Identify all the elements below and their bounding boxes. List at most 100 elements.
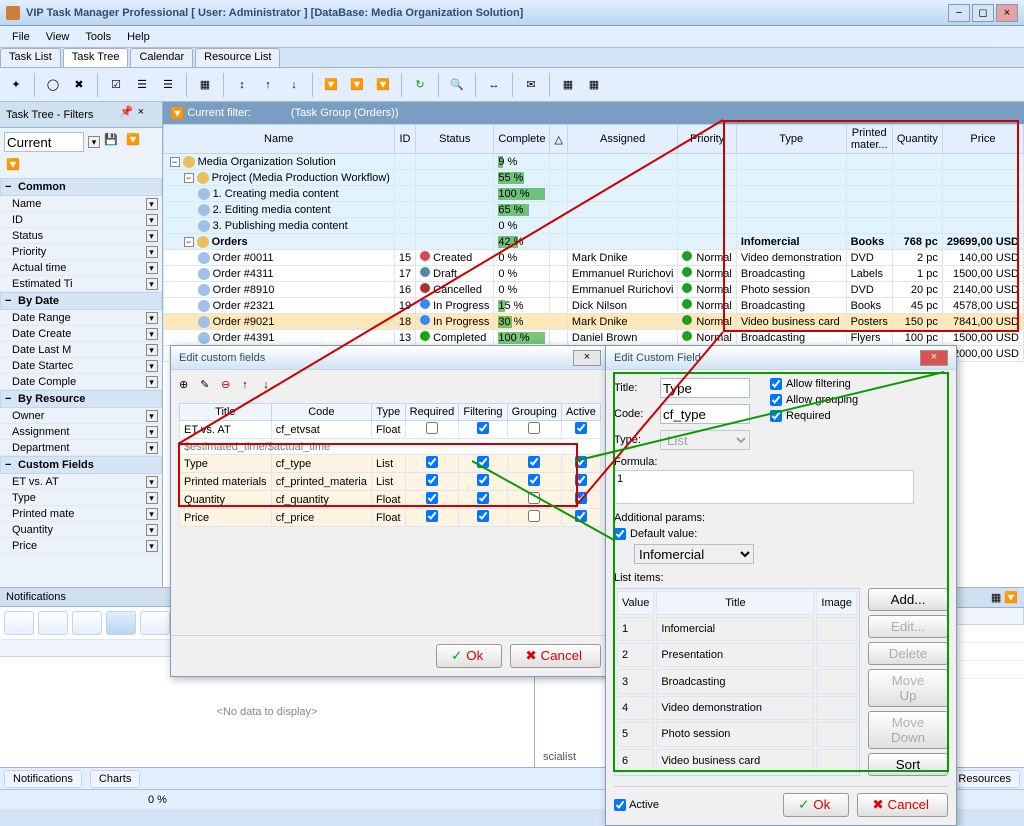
grid-header[interactable]: ID	[394, 125, 415, 154]
section-byresource[interactable]: − By Resource	[0, 390, 162, 408]
task-row[interactable]: Order #001115Created0 %Mark DnikeNormalV…	[163, 250, 1023, 266]
tool-filter1-icon[interactable]: 🔽	[319, 73, 343, 97]
cf-row[interactable]: Printed materialscf_printed_materiaList	[180, 473, 601, 491]
filter-item[interactable]: Priority▾	[0, 244, 162, 260]
filter-item[interactable]: Date Last M▾	[0, 342, 162, 358]
task-row[interactable]: −Media Organization Solution9 %	[163, 154, 1023, 170]
filter-item[interactable]: ET vs. AT▾	[0, 474, 162, 490]
notif-view3[interactable]	[72, 611, 102, 635]
field-title-input[interactable]	[660, 378, 750, 398]
task-row[interactable]: Order #439113Completed100 %Daniel BrownN…	[163, 330, 1023, 346]
tool-updown-icon[interactable]: ↕	[230, 73, 254, 97]
menu-help[interactable]: Help	[119, 28, 158, 46]
cf-grid[interactable]: TitleCodeTypeRequiredFilteringGroupingAc…	[179, 403, 601, 527]
filter-item[interactable]: Actual time▾	[0, 260, 162, 276]
menu-tools[interactable]: Tools	[77, 28, 119, 46]
grid-header[interactable]: Printed mater...	[846, 125, 892, 154]
grid-header[interactable]: Assigned	[567, 125, 677, 154]
ecf-edit-icon[interactable]: ✎	[200, 378, 218, 396]
filter-item[interactable]: Name▾	[0, 196, 162, 212]
ecf-del-icon[interactable]: ⊖	[221, 378, 239, 396]
li-edit-button[interactable]: Edit...	[868, 615, 948, 638]
section-custom[interactable]: − Custom Fields	[0, 456, 162, 474]
panel-close-icon[interactable]: ×	[138, 106, 156, 124]
ecf-cancel-button[interactable]: ✖Cancel	[510, 644, 601, 668]
ecf2-close-icon[interactable]: ×	[920, 350, 948, 366]
task-row[interactable]: −Project (Media Production Workflow)55 %	[163, 170, 1023, 186]
allow-grouping-checkbox[interactable]	[770, 394, 782, 406]
task-row[interactable]: Order #891016Cancelled0 %Emmanuel Rurich…	[163, 282, 1023, 298]
ecf2-cancel-button[interactable]: ✖Cancel	[857, 793, 948, 817]
cf-row[interactable]: Quantitycf_quantityFloat	[180, 491, 601, 509]
tool-new-icon[interactable]: ✦	[4, 73, 28, 97]
tool-table-icon[interactable]: ▦	[193, 73, 217, 97]
btab-charts[interactable]: Charts	[90, 770, 140, 788]
required-checkbox[interactable]	[770, 410, 782, 422]
task-row[interactable]: Order #232119In Progress15 %Dick NilsonN…	[163, 298, 1023, 314]
minimize-button[interactable]: −	[948, 4, 970, 22]
btab-resources[interactable]: Resources	[949, 770, 1020, 788]
filter-item[interactable]: Price▾	[0, 538, 162, 554]
notif-view5[interactable]	[140, 611, 170, 635]
grid-header[interactable]: Status	[416, 125, 494, 154]
default-value-select[interactable]: Infomercial	[634, 544, 754, 564]
ecf-add-icon[interactable]: ⊕	[179, 378, 197, 396]
allow-filtering-checkbox[interactable]	[770, 378, 782, 390]
close-button[interactable]: ×	[996, 4, 1018, 22]
li-delete-button[interactable]: Delete	[868, 642, 948, 665]
ecf-down-icon[interactable]: ↓	[263, 379, 281, 397]
tool-delete-icon[interactable]: ✖	[67, 73, 91, 97]
cf-row[interactable]: Typecf_typeList	[180, 455, 601, 473]
filter-save-icon[interactable]: 💾	[104, 133, 122, 151]
list-items-table[interactable]: ValueTitleImage1Infomercial2Presentation…	[614, 588, 860, 776]
tool-filter2-icon[interactable]: 🔽	[345, 73, 369, 97]
default-value-checkbox[interactable]	[614, 528, 626, 540]
tool-filter3-icon[interactable]: 🔽	[371, 73, 395, 97]
filter-item[interactable]: Printed mate▾	[0, 506, 162, 522]
filter-item[interactable]: Quantity▾	[0, 522, 162, 538]
list-item-row[interactable]: 4Video demonstration	[617, 696, 857, 720]
filter-item[interactable]: Date Startec▾	[0, 358, 162, 374]
cf-row[interactable]: Pricecf_priceFloat	[180, 509, 601, 527]
maximize-button[interactable]: ◻	[972, 4, 994, 22]
btab-notifications[interactable]: Notifications	[4, 770, 82, 788]
filter-item[interactable]: ID▾	[0, 212, 162, 228]
field-type-select[interactable]: List	[660, 430, 750, 450]
list-item-row[interactable]: 6Video business card	[617, 749, 857, 773]
tab-calendar[interactable]: Calendar	[130, 48, 193, 67]
task-row[interactable]: 3. Publishing media content0 %	[163, 218, 1023, 234]
task-grid[interactable]: NameIDStatusComplete△AssignedPriorityTyp…	[163, 124, 1024, 362]
tool-list1-icon[interactable]: ☰	[130, 73, 154, 97]
notif-view2[interactable]	[38, 611, 68, 635]
filter-item[interactable]: Department▾	[0, 440, 162, 456]
menu-view[interactable]: View	[38, 28, 78, 46]
tab-task-tree[interactable]: Task Tree	[63, 48, 129, 67]
grid-header[interactable]: Priority	[678, 125, 736, 154]
list-item-row[interactable]: 5Photo session	[617, 722, 857, 746]
filter-dropdown-icon[interactable]: ▾	[88, 136, 100, 148]
filter-item[interactable]: Type▾	[0, 490, 162, 506]
menu-file[interactable]: File	[4, 28, 38, 46]
list-item-row[interactable]: 1Infomercial	[617, 617, 857, 641]
li-moveup-button[interactable]: Move Up	[868, 669, 948, 707]
grid-header[interactable]: △	[550, 125, 567, 154]
tool-export-icon[interactable]: ▦	[582, 73, 606, 97]
tab-resource-list[interactable]: Resource List	[195, 48, 280, 67]
field-code-input[interactable]	[660, 404, 750, 424]
grid-header[interactable]: Price	[942, 125, 1023, 154]
li-add-button[interactable]: Add...	[868, 588, 948, 611]
filter-clear-icon[interactable]: 🔽	[126, 133, 144, 151]
section-common[interactable]: − Common	[0, 178, 162, 196]
filter-current-input[interactable]	[4, 132, 84, 152]
list-item-row[interactable]: 2Presentation	[617, 643, 857, 667]
notif-view1[interactable]	[4, 611, 34, 635]
tool-up-icon[interactable]: ↑	[256, 73, 280, 97]
tool-refresh-icon[interactable]: ↻	[408, 73, 432, 97]
tool-node-icon[interactable]: ◯	[41, 73, 65, 97]
tool-zoom-icon[interactable]: 🔍	[445, 73, 469, 97]
tool-down-icon[interactable]: ↓	[282, 73, 306, 97]
tab-task-list[interactable]: Task List	[0, 48, 61, 67]
tool-expand-icon[interactable]: ↔	[482, 73, 506, 97]
tool-list2-icon[interactable]: ☰	[156, 73, 180, 97]
grid-header[interactable]: Quantity	[892, 125, 942, 154]
